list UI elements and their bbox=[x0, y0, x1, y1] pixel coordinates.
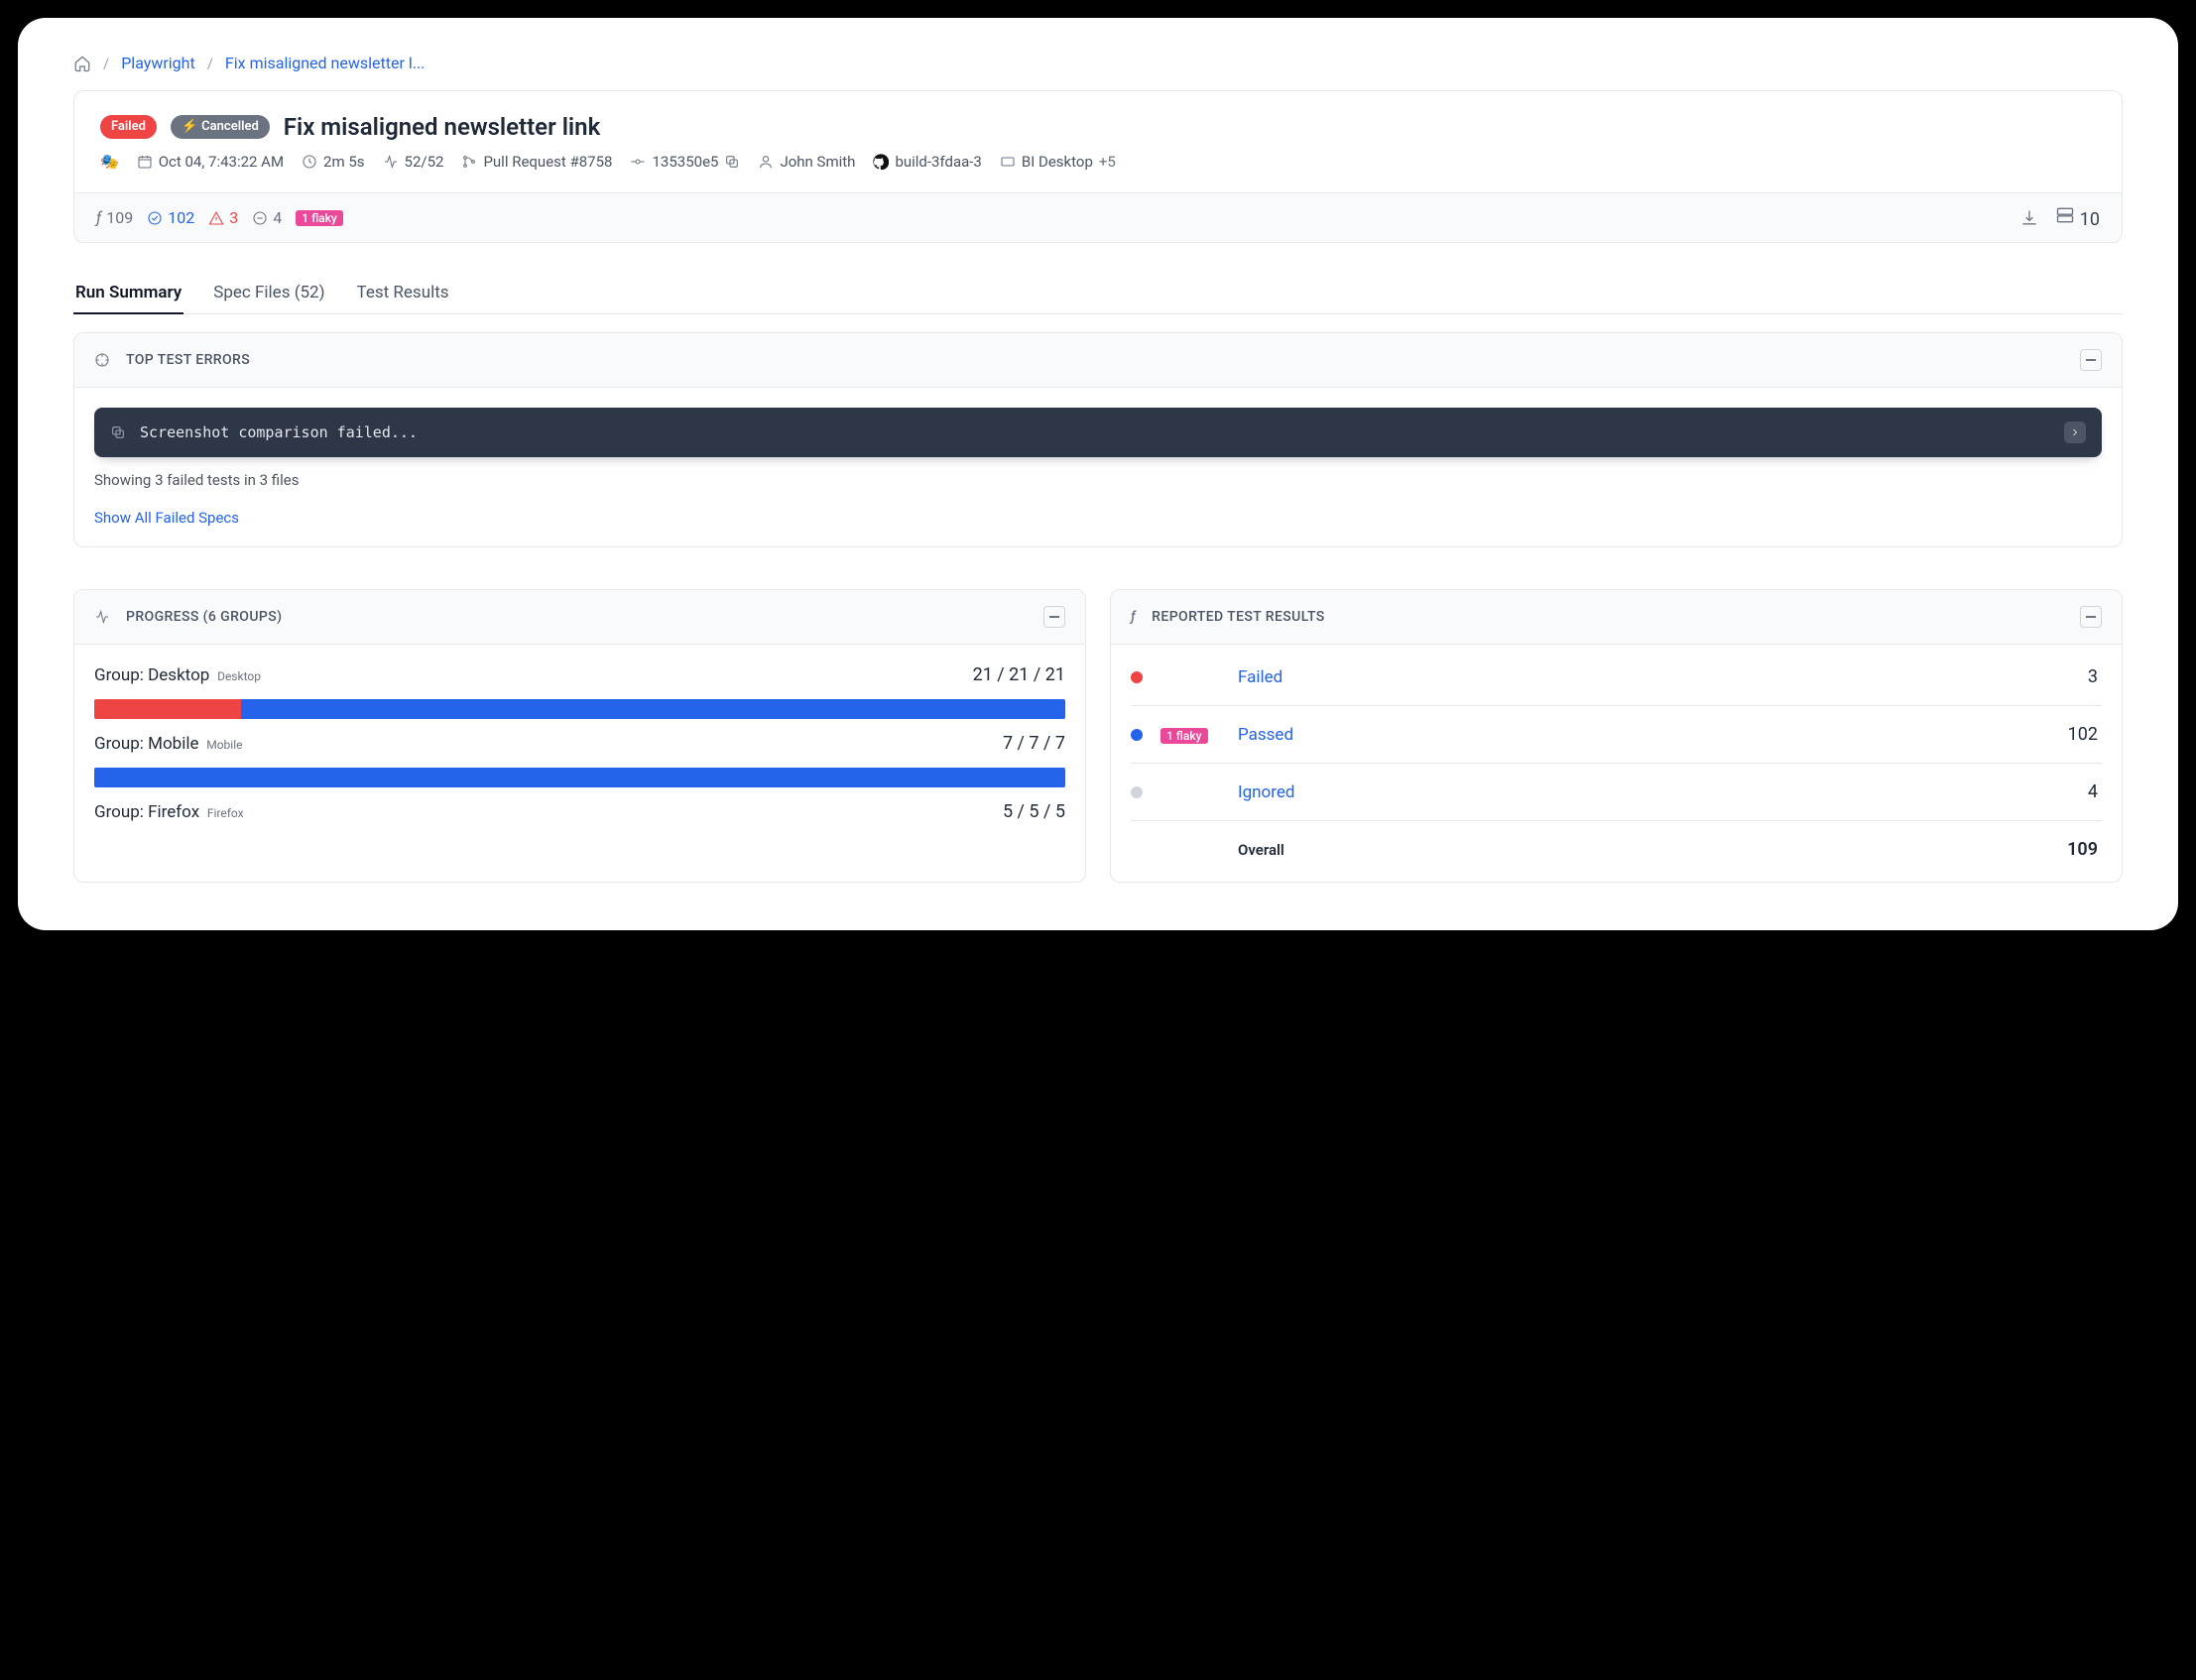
panel-top-errors: TOP TEST ERRORS Screenshot comparison fa… bbox=[73, 332, 2123, 547]
collapse-button[interactable] bbox=[2080, 606, 2102, 628]
error-subtext: Showing 3 failed tests in 3 files bbox=[94, 471, 2102, 489]
skip-circle-icon bbox=[252, 210, 268, 226]
check-circle-icon bbox=[147, 210, 163, 226]
chevron-right-icon bbox=[2069, 426, 2081, 438]
flaky-badge[interactable]: 1 flaky bbox=[296, 210, 343, 226]
activity-icon bbox=[383, 154, 399, 170]
status-dot bbox=[1131, 786, 1143, 798]
show-all-failed-link[interactable]: Show All Failed Specs bbox=[94, 509, 239, 527]
run-header-card: Failed ⚡ Cancelled Fix misaligned newsle… bbox=[73, 90, 2123, 243]
breadcrumb-current[interactable]: Fix misaligned newsletter l... bbox=[225, 54, 425, 72]
meta-duration: 2m 5s bbox=[302, 153, 364, 171]
progress-bar: 7 bbox=[94, 768, 1065, 787]
collapse-button[interactable] bbox=[1043, 606, 1065, 628]
error-message: Screenshot comparison failed... bbox=[140, 423, 418, 441]
panel-title: REPORTED TEST RESULTS bbox=[1152, 609, 1325, 625]
git-merge-icon bbox=[461, 154, 477, 170]
breadcrumb-sep: / bbox=[103, 55, 109, 72]
calendar-icon bbox=[137, 154, 153, 170]
progress-group: Group: Firefox Firefox 5 / 5 / 5 bbox=[94, 787, 1065, 822]
meta-build[interactable]: build-3fdaa-3 bbox=[873, 153, 981, 171]
meta-date: Oct 04, 7:43:22 AM bbox=[137, 153, 284, 171]
status-badge-cancelled: ⚡ Cancelled bbox=[171, 115, 270, 139]
result-row-ignored: Ignored 4 bbox=[1131, 764, 2102, 821]
progress-group: Group: Mobile Mobile 7 / 7 / 7 7 bbox=[94, 719, 1065, 787]
panel-results: ƒ REPORTED TEST RESULTS Failed 3 1 flaky… bbox=[1110, 589, 2123, 883]
meta-pr[interactable]: Pull Request #8758 bbox=[461, 153, 612, 171]
result-failed-link[interactable]: Failed bbox=[1238, 667, 1282, 687]
tab-test-results[interactable]: Test Results bbox=[355, 273, 451, 313]
breadcrumb-sep: / bbox=[207, 55, 213, 72]
panel-title: TOP TEST ERRORS bbox=[126, 352, 250, 368]
page-title: Fix misaligned newsletter link bbox=[284, 113, 600, 141]
playwright-icon: 🎭 bbox=[100, 153, 119, 171]
home-icon[interactable] bbox=[73, 55, 91, 72]
git-commit-icon bbox=[630, 154, 646, 170]
breadcrumb: / Playwright / Fix misaligned newsletter… bbox=[73, 54, 2123, 72]
alert-triangle-icon bbox=[208, 210, 224, 226]
github-icon bbox=[873, 154, 889, 170]
tab-run-summary[interactable]: Run Summary bbox=[73, 273, 183, 314]
count-failed[interactable]: 3 bbox=[208, 208, 238, 227]
status-badge-failed: Failed bbox=[100, 115, 157, 139]
count-passed[interactable]: 102 bbox=[147, 208, 194, 227]
activity-icon bbox=[94, 609, 110, 625]
meta-tag[interactable]: BI Desktop +5 bbox=[1000, 153, 1116, 171]
progress-bar: 3 18 bbox=[94, 699, 1065, 719]
progress-group: Group: Desktop Desktop 21 / 21 / 21 3 18 bbox=[94, 651, 1065, 719]
result-passed-link[interactable]: Passed bbox=[1238, 725, 1293, 745]
machines-count[interactable]: 10 bbox=[2055, 205, 2100, 230]
status-dot bbox=[1131, 729, 1143, 741]
expand-error-button[interactable] bbox=[2064, 421, 2086, 443]
error-item[interactable]: Screenshot comparison failed... bbox=[94, 408, 2102, 457]
copy-icon[interactable] bbox=[110, 424, 126, 440]
tag-icon bbox=[1000, 154, 1016, 170]
result-ignored-link[interactable]: Ignored bbox=[1238, 782, 1294, 802]
count-skipped[interactable]: 4 bbox=[252, 208, 282, 227]
result-overall-label: Overall bbox=[1238, 841, 1284, 859]
download-icon[interactable] bbox=[2019, 208, 2039, 228]
collapse-button[interactable] bbox=[2080, 349, 2102, 371]
result-row-failed: Failed 3 bbox=[1131, 649, 2102, 706]
meta-specs: 52/52 bbox=[383, 153, 444, 171]
function-icon: ƒ bbox=[1131, 609, 1136, 625]
meta-author[interactable]: John Smith bbox=[758, 153, 855, 171]
breadcrumb-project[interactable]: Playwright bbox=[121, 54, 195, 72]
panel-progress: PROGRESS (6 GROUPS) Group: Desktop Deskt… bbox=[73, 589, 1086, 883]
tabs: Run Summary Spec Files (52) Test Results bbox=[73, 273, 2123, 314]
tab-spec-files[interactable]: Spec Files (52) bbox=[211, 273, 326, 313]
clock-icon bbox=[302, 154, 317, 170]
flaky-badge[interactable]: 1 flaky bbox=[1160, 728, 1208, 744]
panel-title: PROGRESS (6 GROUPS) bbox=[126, 609, 282, 625]
bolt-icon: ⚡ bbox=[182, 117, 197, 137]
meta-commit[interactable]: 135350e5 bbox=[630, 153, 740, 171]
copy-icon[interactable] bbox=[724, 154, 740, 170]
result-row-passed: 1 flaky Passed 102 bbox=[1131, 706, 2102, 764]
count-total[interactable]: ƒ109 bbox=[96, 208, 133, 227]
status-dot bbox=[1131, 671, 1143, 683]
server-icon bbox=[2055, 205, 2075, 225]
result-row-overall: Overall 109 bbox=[1131, 821, 2102, 878]
user-icon bbox=[758, 154, 774, 170]
target-icon bbox=[94, 352, 110, 368]
